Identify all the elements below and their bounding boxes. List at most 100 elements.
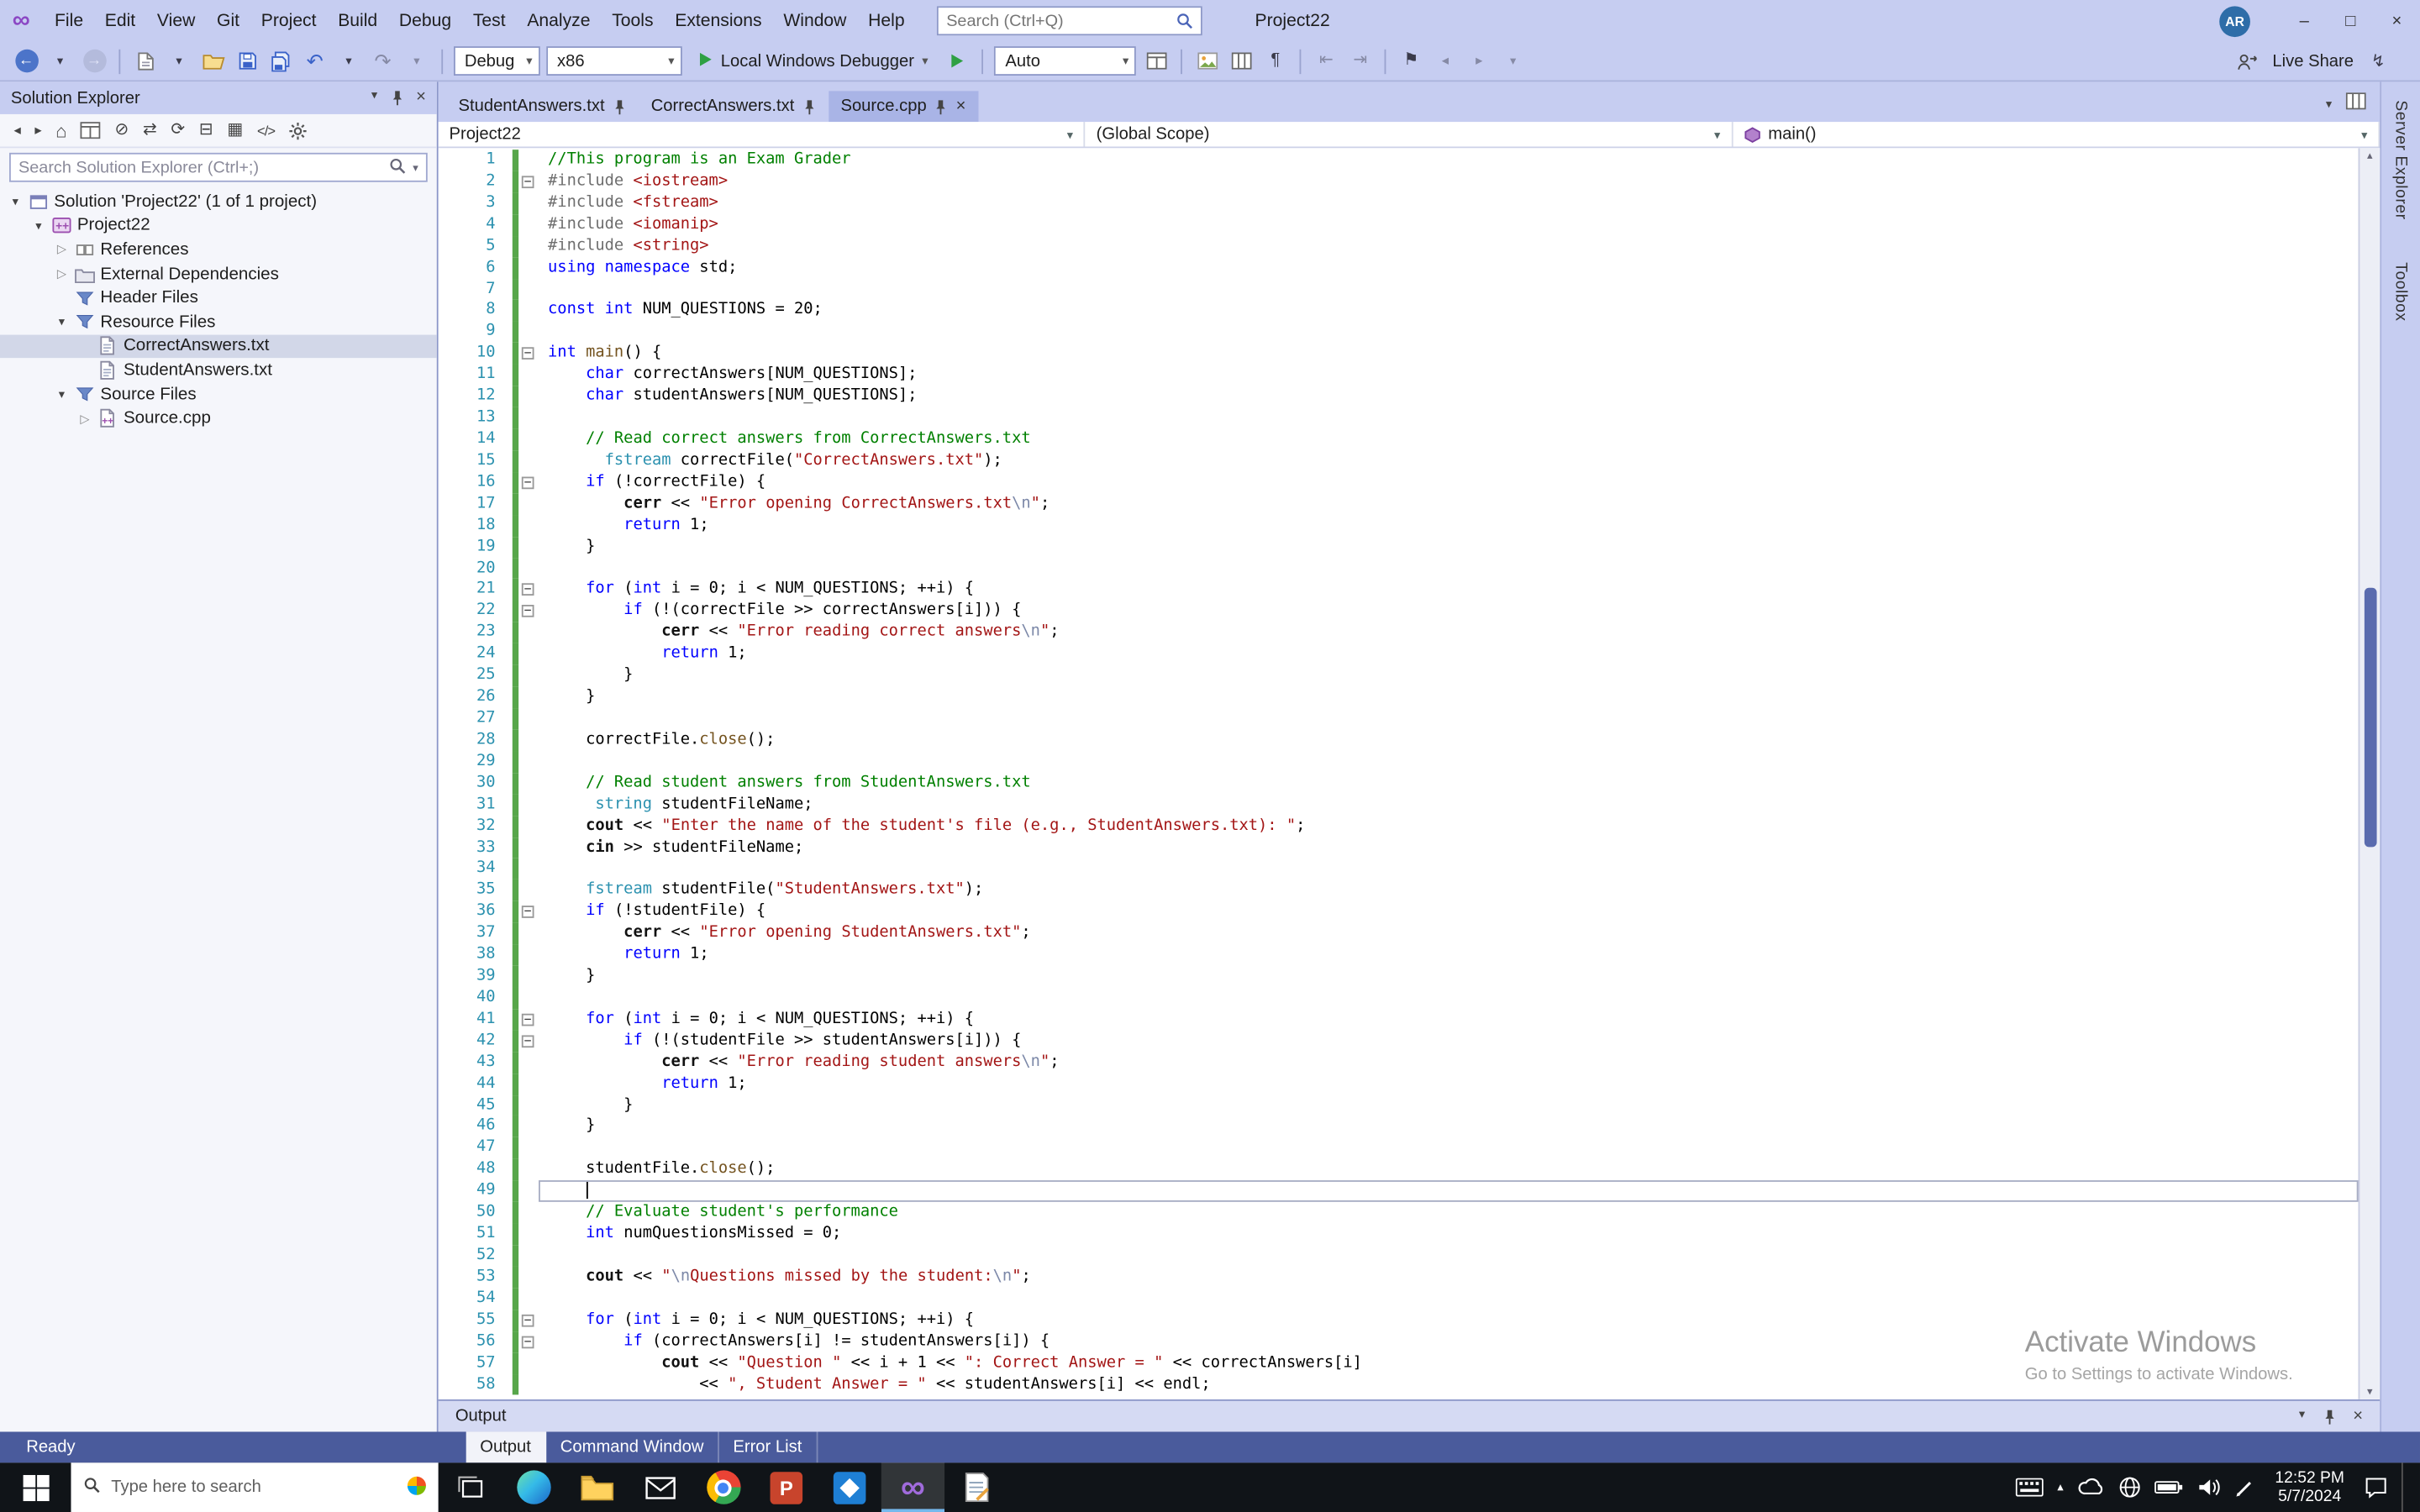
code-line[interactable]: 34 — [439, 858, 2359, 880]
pin-icon[interactable] — [613, 98, 627, 115]
search-icon[interactable] — [390, 156, 407, 178]
code-line[interactable]: 45 } — [439, 1095, 2359, 1116]
navigate-back-dropdown-icon[interactable]: ▾ — [46, 45, 74, 76]
code-line[interactable]: 3#include <fstream> — [439, 192, 2359, 214]
breadcrumb-global-scope[interactable]: (Global Scope)▾ — [1086, 122, 1733, 146]
code-line[interactable]: 37 cerr << "Error opening StudentAnswers… — [439, 923, 2359, 945]
bookmark-options-icon[interactable]: ▾ — [1499, 45, 1527, 76]
code-line[interactable]: 26 } — [439, 686, 2359, 708]
code-editor[interactable]: 1//This program is an Exam Grader2−#incl… — [439, 148, 2381, 1399]
properties-icon[interactable] — [289, 121, 308, 139]
code-line[interactable]: 10−int main() { — [439, 343, 2359, 365]
live-share-icon[interactable] — [2233, 45, 2261, 76]
search-icon[interactable] — [1176, 13, 1193, 29]
tree-item-studentanswers-txt[interactable]: StudentAnswers.txt — [0, 358, 437, 382]
image-watch-icon[interactable] — [1193, 45, 1221, 76]
expander-icon[interactable]: ▷ — [52, 243, 71, 257]
code-line[interactable]: 9 — [439, 322, 2359, 344]
panel-tab-command-window[interactable]: Command Window — [546, 1431, 719, 1462]
code-line[interactable]: 30 // Read student answers from StudentA… — [439, 773, 2359, 795]
navigate-back-icon[interactable]: ← — [13, 45, 40, 76]
code-line[interactable]: 24 return 1; — [439, 643, 2359, 665]
menu-project[interactable]: Project — [250, 7, 327, 34]
expander-icon[interactable]: ▷ — [52, 267, 71, 281]
menu-extensions[interactable]: Extensions — [664, 7, 772, 34]
taskbar-search-input[interactable] — [111, 1478, 397, 1497]
code-line[interactable]: 55− for (int i = 0; i < NUM_QUESTIONS; +… — [439, 1310, 2359, 1331]
undo-icon[interactable]: ↶ — [301, 45, 329, 76]
code-line[interactable]: 41− for (int i = 0; i < NUM_QUESTIONS; +… — [439, 1009, 2359, 1031]
previous-bookmark-icon[interactable]: ◂ — [1431, 45, 1459, 76]
taskbar-search-box[interactable] — [71, 1462, 438, 1512]
tab-source-cpp[interactable]: Source.cpp× — [829, 91, 978, 122]
fold-toggle-icon[interactable]: − — [522, 1314, 534, 1326]
menu-test[interactable]: Test — [462, 7, 516, 34]
code-line[interactable]: 50 // Evaluate student's performance — [439, 1202, 2359, 1224]
bookmark-icon[interactable]: ⚑ — [1397, 45, 1425, 76]
code-line[interactable]: 23 cerr << "Error reading correct answer… — [439, 622, 2359, 644]
solution-configurations-dropdown[interactable]: Debug▾ — [454, 46, 540, 76]
watch-window-icon[interactable] — [1143, 45, 1171, 76]
tree-item-source-cpp[interactable]: ▷++Source.cpp — [0, 407, 437, 431]
show-whitespace-icon[interactable]: ¶ — [1261, 45, 1289, 76]
photos-icon[interactable] — [818, 1462, 881, 1512]
save-icon[interactable] — [233, 45, 260, 76]
code-line[interactable]: 38 return 1; — [439, 944, 2359, 966]
code-line[interactable]: 53 cout << "\nQuestions missed by the st… — [439, 1267, 2359, 1289]
code-line[interactable]: 43 cerr << "Error reading student answer… — [439, 1052, 2359, 1074]
scroll-down-icon[interactable]: ▾ — [2360, 1385, 2380, 1398]
undo-dropdown-icon[interactable]: ▾ — [335, 45, 363, 76]
menu-edit[interactable]: Edit — [94, 7, 146, 34]
code-line[interactable]: 56− if (correctAnswers[i] != studentAnsw… — [439, 1331, 2359, 1353]
code-line[interactable]: 4#include <iomanip> — [439, 214, 2359, 236]
close-icon[interactable]: × — [956, 97, 966, 116]
code-line[interactable]: 44 return 1; — [439, 1074, 2359, 1095]
tree-item-correctanswers-txt[interactable]: CorrectAnswers.txt — [0, 334, 437, 359]
code-line[interactable]: 12 char studentAnswers[NUM_QUESTIONS]; — [439, 386, 2359, 407]
fold-toggle-icon[interactable]: − — [522, 176, 534, 188]
new-file-dropdown-icon[interactable]: ▾ — [166, 45, 193, 76]
pin-icon[interactable] — [2322, 1408, 2336, 1425]
breadcrumb-project22[interactable]: Project22▾ — [439, 122, 1086, 146]
pin-icon[interactable] — [934, 98, 949, 115]
code-line[interactable]: 21− for (int i = 0; i < NUM_QUESTIONS; +… — [439, 580, 2359, 601]
chrome-icon[interactable] — [692, 1462, 755, 1512]
code-line[interactable]: 47 — [439, 1137, 2359, 1159]
expander-icon[interactable]: ▾ — [29, 219, 48, 234]
collapse-all-icon[interactable]: ⊟ — [199, 122, 213, 139]
code-line[interactable]: 54 — [439, 1288, 2359, 1310]
menu-git[interactable]: Git — [206, 7, 250, 34]
code-line[interactable]: 8const int NUM_QUESTIONS = 20; — [439, 300, 2359, 322]
code-line[interactable]: 1//This program is an Exam Grader — [439, 150, 2359, 171]
code-line[interactable]: 11 char correctAnswers[NUM_QUESTIONS]; — [439, 365, 2359, 386]
code-line[interactable]: 52 — [439, 1245, 2359, 1267]
code-line[interactable]: 31 string studentFileName; — [439, 794, 2359, 816]
fold-toggle-icon[interactable]: − — [522, 476, 534, 489]
open-file-icon[interactable] — [199, 45, 227, 76]
code-line[interactable]: 46 } — [439, 1116, 2359, 1138]
code-line[interactable]: 7 — [439, 279, 2359, 301]
code-line[interactable]: 20 — [439, 558, 2359, 580]
home-icon[interactable]: ⌂ — [55, 121, 66, 139]
menu-help[interactable]: Help — [857, 7, 915, 34]
close-window-button[interactable]: × — [2374, 0, 2420, 42]
code-line[interactable]: 35 fstream studentFile("StudentAnswers.t… — [439, 880, 2359, 902]
tree-item-references[interactable]: ▷References — [0, 238, 437, 262]
onedrive-icon[interactable] — [2077, 1478, 2105, 1497]
panel-tab-error-list[interactable]: Error List — [719, 1431, 818, 1462]
switch-views-icon[interactable] — [81, 122, 101, 139]
fold-toggle-icon[interactable]: − — [522, 1014, 534, 1026]
taskbar-clock[interactable]: 12:52 PM 5/7/2024 — [2269, 1469, 2350, 1506]
expander-icon[interactable]: ▾ — [6, 195, 24, 209]
tree-item-resource-files[interactable]: ▾Resource Files — [0, 310, 437, 334]
code-line[interactable]: 28 correctFile.close(); — [439, 730, 2359, 752]
code-line[interactable]: 49 — [439, 1181, 2359, 1203]
code-line[interactable]: 36− if (!studentFile) { — [439, 901, 2359, 923]
show-desktop-button[interactable] — [2402, 1462, 2411, 1512]
expander-icon[interactable]: ▾ — [52, 315, 71, 329]
scrollbar-thumb[interactable] — [2365, 588, 2377, 848]
code-line[interactable]: 14 // Read correct answers from CorrectA… — [439, 429, 2359, 451]
indent-increase-icon[interactable]: ⇥ — [1346, 45, 1374, 76]
quick-search-box[interactable] — [937, 6, 1202, 35]
tree-item-source-files[interactable]: ▾Source Files — [0, 382, 437, 407]
